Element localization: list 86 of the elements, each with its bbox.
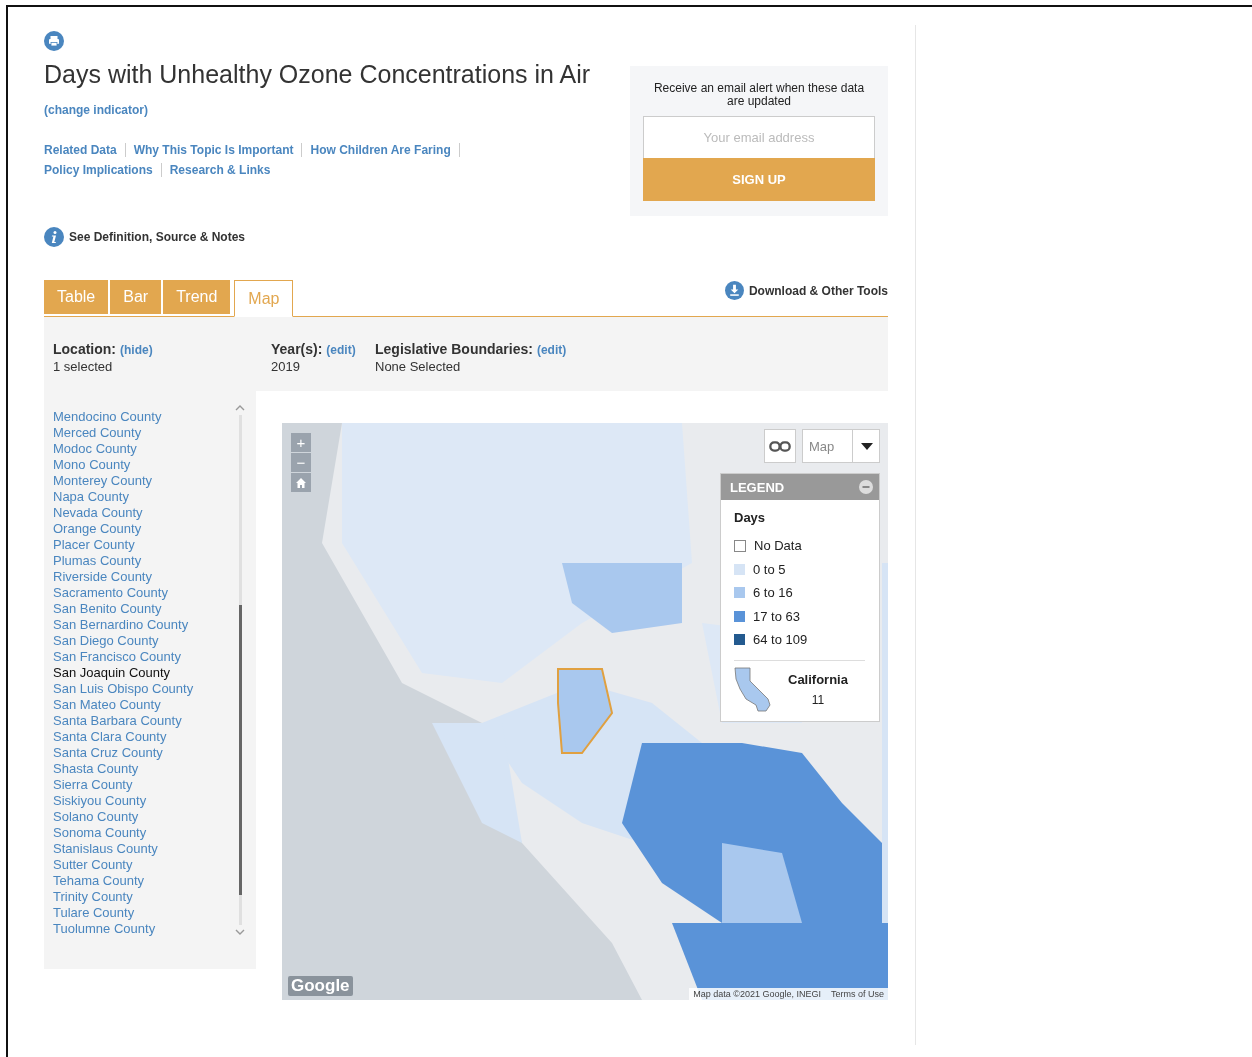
location-item[interactable]: Sonoma County — [53, 825, 235, 841]
map-attribution: Map data ©2021 Google, INEGI — [693, 989, 821, 999]
link-icon — [769, 440, 791, 452]
page-title: Days with Unhealthy Ozone Concentrations in Air — [44, 60, 591, 89]
alert-text: Receive an email alert when these data are updated — [652, 82, 866, 108]
zoom-in-button[interactable]: + — [291, 433, 311, 452]
filter-label: Year(s): — [271, 341, 323, 357]
link-button[interactable] — [764, 429, 796, 463]
location-item[interactable]: Nevada County — [53, 505, 235, 521]
map-logo: Google — [288, 976, 353, 996]
scroll-up-icon[interactable] — [235, 405, 245, 411]
location-item[interactable]: Modoc County — [53, 441, 235, 457]
filter-value: 2019 — [271, 359, 301, 374]
section-link[interactable]: Related Data — [44, 143, 117, 157]
legend-label: 6 to 16 — [753, 585, 793, 601]
california-shape-icon — [734, 666, 774, 713]
location-item[interactable]: Sacramento County — [53, 585, 235, 601]
scroll-down-icon[interactable] — [235, 929, 245, 935]
download-icon[interactable] — [724, 281, 744, 300]
legend-heading: Days — [734, 510, 767, 525]
filter-label: Legislative Boundaries: — [375, 341, 533, 357]
change-indicator-link[interactable]: (change indicator) — [44, 103, 148, 117]
legend-label: 64 to 109 — [753, 632, 808, 648]
location-item[interactable]: San Benito County — [53, 601, 235, 617]
section-link[interactable]: Policy Implications — [44, 163, 153, 177]
view-tab[interactable]: Trend — [163, 280, 231, 314]
zoom-out-button[interactable]: − — [291, 453, 311, 472]
home-button[interactable] — [291, 473, 311, 492]
location-item[interactable]: Santa Clara County — [53, 729, 235, 745]
location-item[interactable]: Orange County — [53, 521, 235, 537]
legend-title: LEGEND — [730, 479, 785, 495]
location-item[interactable]: Trinity County — [53, 889, 235, 905]
location-item[interactable]: Siskiyou County — [53, 793, 235, 809]
location-item[interactable]: Stanislaus County — [53, 841, 235, 857]
legend-label: No Data — [754, 538, 802, 554]
state-value: 11 — [811, 693, 825, 707]
section-link[interactable]: Why This Topic Is Important — [133, 143, 294, 157]
section-link[interactable]: How Children Are Faring — [310, 143, 451, 157]
location-item[interactable]: San Diego County — [53, 633, 235, 649]
location-item[interactable]: Riverside County — [53, 569, 235, 585]
map-type-select[interactable]: Map — [802, 429, 880, 463]
location-item[interactable]: Mono County — [53, 457, 235, 473]
location-item[interactable]: San Bernardino County — [53, 617, 235, 633]
location-item[interactable]: San Joaquin County — [53, 665, 235, 681]
download-tools-link[interactable]: Download & Other Tools — [748, 283, 888, 298]
location-item[interactable]: Merced County — [53, 425, 235, 441]
legend-label: 0 to 5 — [753, 561, 786, 577]
location-item[interactable]: Monterey County — [53, 473, 235, 489]
definition-link[interactable]: See Definition, Source & Notes — [69, 230, 246, 244]
location-item[interactable]: Santa Barbara County — [53, 713, 235, 729]
sign-up-button[interactable]: SIGN UP — [643, 158, 875, 201]
scrollbar[interactable] — [238, 415, 242, 925]
location-item[interactable]: Sierra County — [53, 777, 235, 793]
location-item[interactable]: San Francisco County — [53, 649, 235, 665]
caret-icon — [861, 442, 873, 450]
terms-link[interactable]: Terms of Use — [831, 989, 884, 999]
email-field[interactable]: Your email address — [643, 116, 875, 158]
info-icon[interactable] — [44, 227, 64, 247]
filter-action-link[interactable]: (hide) — [120, 343, 153, 357]
filter-action-link[interactable]: (edit) — [536, 343, 567, 357]
section-link[interactable]: Research & Links — [169, 163, 271, 177]
location-item[interactable]: Santa Cruz County — [53, 745, 235, 761]
location-item[interactable]: Tehama County — [53, 873, 235, 889]
location-item[interactable]: Tulare County — [53, 905, 235, 921]
location-item[interactable]: Shasta County — [53, 761, 235, 777]
location-item[interactable]: San Luis Obispo County — [53, 681, 235, 697]
home-icon — [295, 476, 307, 489]
filter-value: None Selected — [375, 359, 462, 374]
location-item[interactable]: Tuolumne County — [53, 921, 235, 937]
location-item[interactable]: Solano County — [53, 809, 235, 825]
location-item[interactable]: Plumas County — [53, 553, 235, 569]
legend-label: 17 to 63 — [753, 608, 800, 624]
location-item[interactable]: Sutter County — [53, 857, 235, 873]
view-tab[interactable]: Bar — [110, 280, 162, 314]
location-item[interactable]: Napa County — [53, 489, 235, 505]
location-item[interactable]: San Mateo County — [53, 697, 235, 713]
filter-value: 1 selected — [53, 359, 114, 374]
location-item[interactable]: Placer County — [53, 537, 235, 553]
filter-action-link[interactable]: (edit) — [326, 343, 356, 357]
collapse-icon[interactable] — [859, 480, 873, 494]
view-tab[interactable]: Map — [234, 280, 294, 317]
print-icon[interactable] — [44, 31, 64, 51]
location-item[interactable]: Mendocino County — [53, 409, 235, 425]
state-name: California — [788, 672, 848, 687]
view-tab[interactable]: Table — [44, 280, 109, 314]
filter-label: Location: — [53, 341, 116, 357]
